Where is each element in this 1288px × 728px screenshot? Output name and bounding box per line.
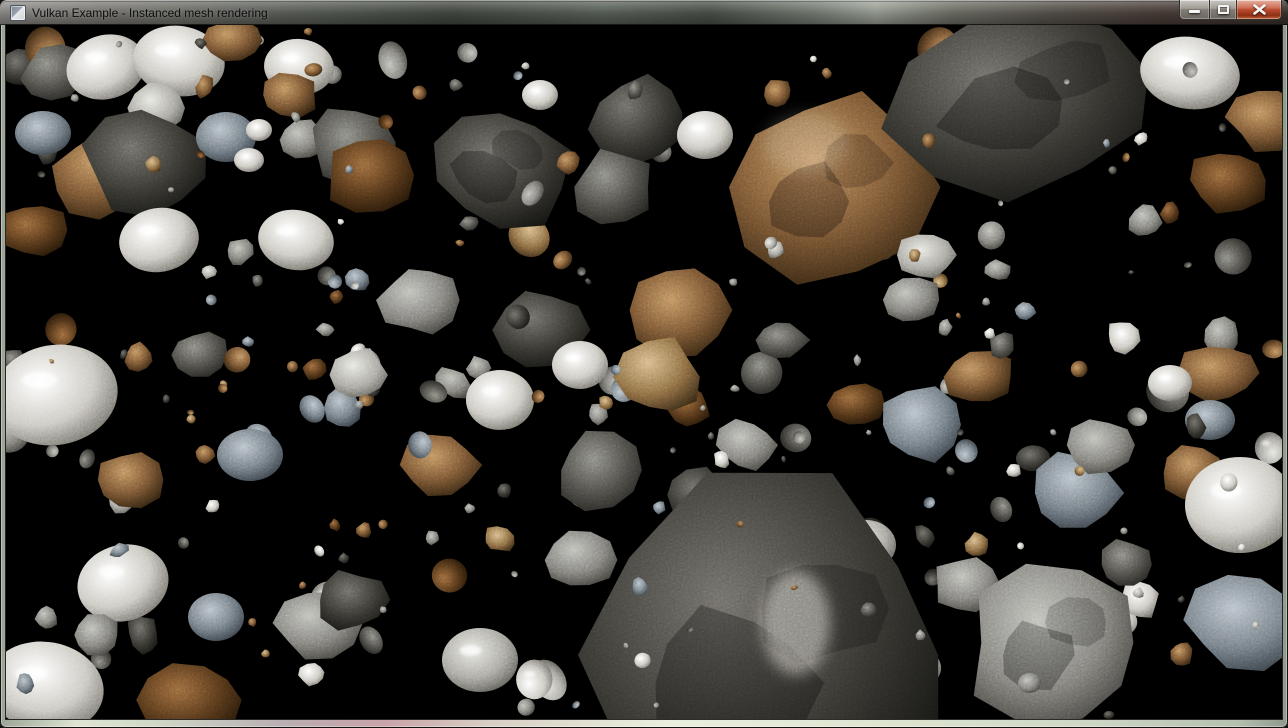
close-button[interactable] (1237, 0, 1282, 20)
minimize-button[interactable] (1179, 0, 1209, 20)
close-icon (1253, 4, 1266, 15)
window-controls (1179, 0, 1282, 20)
maximize-button[interactable] (1209, 0, 1237, 20)
titlebar[interactable]: Vulkan Example - Instanced mesh renderin… (0, 0, 1288, 25)
texture-grain-overlay (6, 25, 1282, 719)
window-title: Vulkan Example - Instanced mesh renderin… (32, 0, 268, 25)
app-window: Vulkan Example - Instanced mesh renderin… (0, 0, 1288, 728)
maximize-icon (1218, 5, 1229, 14)
minimize-icon (1189, 10, 1200, 13)
app-icon[interactable] (10, 5, 26, 21)
render-viewport[interactable] (6, 25, 1282, 719)
rock-field-render (6, 25, 1282, 719)
